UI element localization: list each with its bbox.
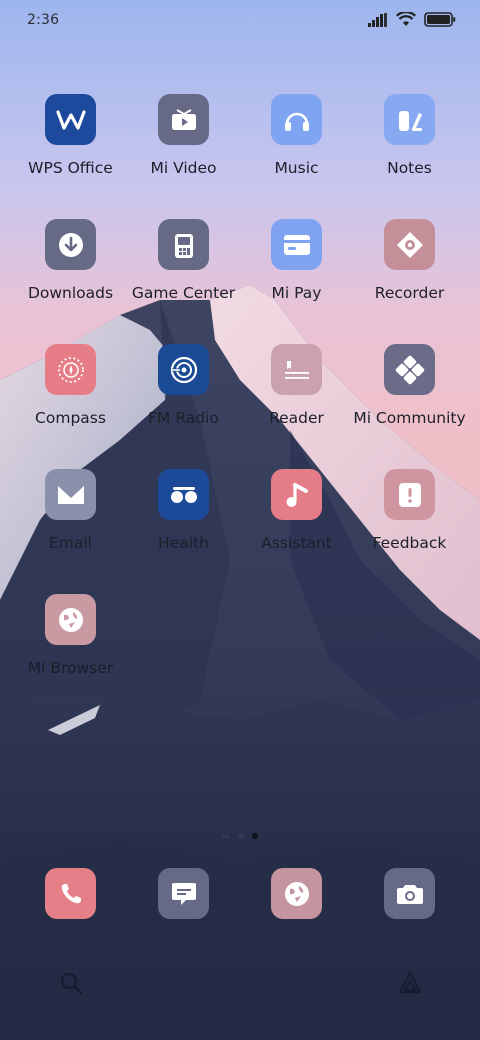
feedback-icon bbox=[384, 469, 435, 520]
app-label: Assistant bbox=[261, 534, 332, 552]
reader-icon bbox=[271, 344, 322, 395]
game-icon bbox=[158, 219, 209, 270]
assistant-icon bbox=[271, 469, 322, 520]
app-notes[interactable]: Notes bbox=[353, 94, 466, 177]
app-recorder[interactable]: Recorder bbox=[353, 219, 466, 302]
radio-icon bbox=[158, 344, 209, 395]
browser-icon[interactable] bbox=[271, 868, 322, 919]
app-mi-video[interactable]: Mi Video bbox=[127, 94, 240, 177]
app-label: Notes bbox=[387, 159, 432, 177]
download-icon bbox=[45, 219, 96, 270]
app-mi-pay[interactable]: Mi Pay bbox=[240, 219, 353, 302]
page-indicator-bars bbox=[222, 834, 230, 838]
app-reader[interactable]: Reader bbox=[240, 344, 353, 427]
video-icon bbox=[158, 94, 209, 145]
app-label: Mi Pay bbox=[271, 284, 322, 302]
app-downloads[interactable]: Downloads bbox=[14, 219, 127, 302]
status-icons bbox=[368, 12, 456, 27]
notes-icon bbox=[384, 94, 435, 145]
app-label: Downloads bbox=[27, 284, 114, 302]
app-music[interactable]: Music bbox=[240, 94, 353, 177]
app-label: Reader bbox=[269, 409, 324, 427]
app-vault-icon[interactable] bbox=[397, 970, 423, 996]
wallet-icon bbox=[271, 219, 322, 270]
app-label: Mi Browser bbox=[27, 659, 114, 677]
app-label: Mi Video bbox=[150, 159, 217, 177]
app-wps-office[interactable]: WPS Office bbox=[14, 94, 127, 177]
app-label: Music bbox=[274, 159, 319, 177]
page-dot[interactable] bbox=[238, 833, 244, 839]
page-indicator bbox=[0, 832, 480, 840]
email-icon bbox=[45, 469, 96, 520]
app-game-center[interactable]: Game Center bbox=[127, 219, 240, 302]
app-feedback[interactable]: Feedback bbox=[353, 469, 466, 552]
app-fm-radio[interactable]: FM Radio bbox=[127, 344, 240, 427]
search-icon[interactable] bbox=[58, 970, 84, 996]
wps-icon bbox=[45, 94, 96, 145]
app-label: Health bbox=[158, 534, 209, 552]
app-mi-community[interactable]: Mi Community bbox=[353, 344, 466, 427]
app-label: Mi Community bbox=[353, 409, 466, 427]
status-bar: 2:36 bbox=[0, 0, 480, 40]
app-label: WPS Office bbox=[28, 159, 113, 177]
headphones-icon bbox=[271, 94, 322, 145]
page-dot-active[interactable] bbox=[252, 833, 258, 839]
app-mi-browser[interactable]: Mi Browser bbox=[14, 594, 127, 677]
app-label: Compass bbox=[35, 409, 106, 427]
browser-icon bbox=[45, 594, 96, 645]
battery-icon bbox=[424, 12, 456, 27]
app-label: Feedback bbox=[372, 534, 447, 552]
phone-icon[interactable] bbox=[45, 868, 96, 919]
app-health[interactable]: Health bbox=[127, 469, 240, 552]
signal-icon bbox=[368, 12, 387, 27]
message-icon[interactable] bbox=[158, 868, 209, 919]
app-compass[interactable]: Compass bbox=[14, 344, 127, 427]
health-icon bbox=[158, 469, 209, 520]
app-label: FM Radio bbox=[148, 409, 219, 427]
app-email[interactable]: Email bbox=[14, 469, 127, 552]
app-label: Email bbox=[48, 534, 92, 552]
community-icon bbox=[384, 344, 435, 395]
status-time: 2:36 bbox=[27, 12, 60, 28]
app-label: Game Center bbox=[131, 284, 236, 302]
wifi-icon bbox=[396, 12, 416, 26]
camera-icon[interactable] bbox=[384, 868, 435, 919]
app-label: Recorder bbox=[374, 284, 445, 302]
app-assistant[interactable]: Assistant bbox=[240, 469, 353, 552]
compass-icon bbox=[45, 344, 96, 395]
recorder-icon bbox=[384, 219, 435, 270]
